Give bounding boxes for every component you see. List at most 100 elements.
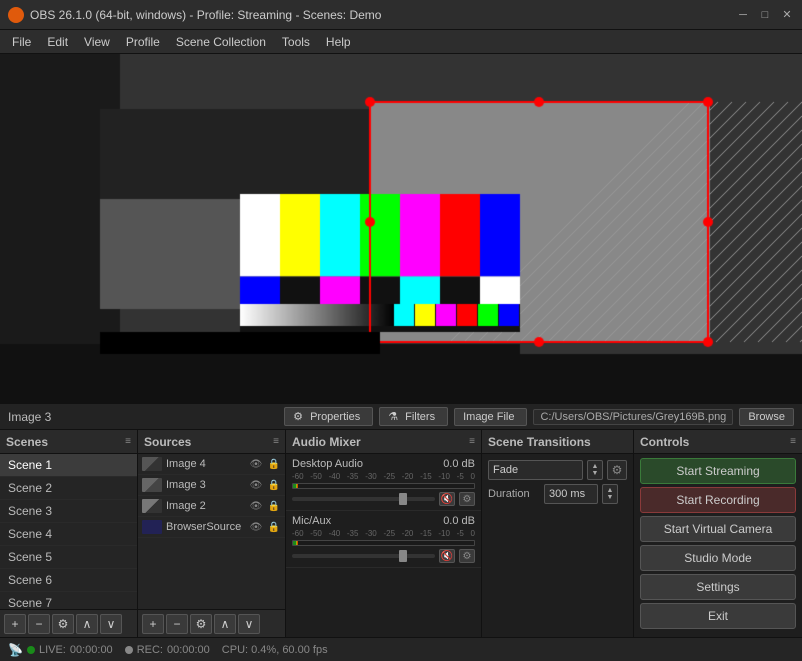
desktop-audio-fader[interactable] [292, 497, 435, 501]
source-label-bar: Image 3 ⚙ Properties ⚗ Filters Image Fil… [0, 404, 802, 430]
controls-header: Controls ≡ [634, 430, 802, 454]
sources-menu-icon[interactable]: ≡ [273, 436, 279, 447]
source-thumb-image3 [142, 478, 162, 492]
transitions-type-row: Fade Cut Swipe Slide ▲ ▼ ⚙ [488, 460, 627, 480]
window-controls: ─ □ ✕ [736, 8, 794, 22]
preview-canvas[interactable] [0, 54, 802, 404]
studio-mode-button[interactable]: Studio Mode [640, 545, 796, 571]
exit-button[interactable]: Exit [640, 603, 796, 629]
transitions-type-select[interactable]: Fade Cut Swipe Slide [488, 460, 583, 480]
source-visibility-browser[interactable]: 👁 [249, 520, 263, 534]
source-item-browser[interactable]: BrowserSource 👁 🔒 [138, 517, 285, 538]
cpu-label: CPU: 0.4%, 60.00 fps [222, 644, 328, 656]
source-item-image4[interactable]: Image 4 👁 🔒 [138, 454, 285, 475]
image-file-button[interactable]: Image File [454, 408, 527, 426]
desktop-audio-mute-button[interactable]: 🔇 [439, 492, 455, 506]
maximize-button[interactable]: □ [758, 8, 772, 22]
menu-help[interactable]: Help [318, 33, 359, 51]
source-item-image2[interactable]: Image 2 👁 🔒 [138, 496, 285, 517]
mic-audio-fader-row: 🔇 ⚙ [292, 549, 475, 563]
audio-menu-icon[interactable]: ≡ [469, 436, 475, 447]
live-dot [27, 646, 35, 654]
file-path: C:/Users/OBS/Pictures/Grey169B.png [533, 409, 733, 425]
desktop-audio-fader-thumb[interactable] [399, 493, 407, 505]
rec-dot [125, 646, 133, 654]
mic-audio-db: 0.0 dB [443, 515, 475, 527]
controls-panel: Controls ≡ Start Streaming Start Recordi… [634, 430, 802, 637]
start-virtual-camera-button[interactable]: Start Virtual Camera [640, 516, 796, 542]
scene-item-6[interactable]: Scene 6 [0, 569, 137, 592]
source-item-image3[interactable]: Image 3 👁 🔒 [138, 475, 285, 496]
scene-item-2[interactable]: Scene 2 [0, 477, 137, 500]
mic-audio-meter [292, 540, 475, 546]
rec-status: REC: 00:00:00 [125, 644, 210, 656]
start-recording-button[interactable]: Start Recording [640, 487, 796, 513]
source-lock-image2[interactable]: 🔒 [267, 499, 281, 513]
duration-label: Duration [488, 488, 540, 500]
menu-view[interactable]: View [76, 33, 118, 51]
transitions-arrows[interactable]: ▲ ▼ [587, 460, 603, 480]
scenes-list: Scene 1 Scene 2 Scene 3 Scene 4 Scene 5 … [0, 454, 137, 609]
desktop-audio-meter [292, 483, 475, 489]
desktop-audio-meter-bar [293, 484, 298, 488]
source-name-label: Image 3 [8, 410, 51, 424]
menu-edit[interactable]: Edit [39, 33, 76, 51]
sources-toolbar: + − ⚙ ∧ ∨ [138, 609, 285, 637]
controls-menu-icon[interactable]: ≡ [790, 436, 796, 447]
filters-button[interactable]: ⚗ Filters [379, 407, 448, 426]
mic-audio-fader[interactable] [292, 554, 435, 558]
browse-button[interactable]: Browse [739, 408, 794, 426]
transitions-panel: Scene Transitions Fade Cut Swipe Slide ▲… [482, 430, 634, 637]
settings-button[interactable]: Settings [640, 574, 796, 600]
desktop-audio-settings-button[interactable]: ⚙ [459, 492, 475, 506]
status-bar: 📡 LIVE: 00:00:00 REC: 00:00:00 CPU: 0.4%… [0, 637, 802, 661]
mic-audio-fader-thumb[interactable] [399, 550, 407, 562]
source-name-image3: Image 3 [166, 479, 245, 491]
filter-icon: ⚗ [388, 411, 398, 423]
mic-audio-mute-button[interactable]: 🔇 [439, 549, 455, 563]
source-visibility-image4[interactable]: 👁 [249, 457, 263, 471]
source-lock-image4[interactable]: 🔒 [267, 457, 281, 471]
source-thumb-browser [142, 520, 162, 534]
source-name-browser: BrowserSource [166, 521, 245, 533]
close-button[interactable]: ✕ [780, 8, 794, 22]
scenes-panel: Scenes ≡ Scene 1 Scene 2 Scene 3 Scene 4… [0, 430, 138, 637]
duration-arrows[interactable]: ▲ ▼ [602, 484, 618, 504]
scene-item-5[interactable]: Scene 5 [0, 546, 137, 569]
source-visibility-image3[interactable]: 👁 [249, 478, 263, 492]
scenes-menu-icon[interactable]: ≡ [125, 436, 131, 447]
broadcast-icon: 📡 [8, 643, 23, 657]
audio-panel: Audio Mixer ≡ Desktop Audio 0.0 dB -60-5… [286, 430, 482, 637]
source-visibility-image2[interactable]: 👁 [249, 499, 263, 513]
minimize-button[interactable]: ─ [736, 8, 750, 22]
bottom-panel: Scenes ≡ Scene 1 Scene 2 Scene 3 Scene 4… [0, 430, 802, 637]
scenes-toolbar: + − ⚙ ∧ ∨ [0, 609, 137, 637]
app-icon [8, 7, 24, 23]
duration-input[interactable] [544, 484, 598, 504]
transitions-duration-row: Duration ▲ ▼ [488, 484, 627, 504]
sources-panel: Sources ≡ Image 4 👁 🔒 Image 3 👁 🔒 Image … [138, 430, 286, 637]
menu-tools[interactable]: Tools [274, 33, 318, 51]
menu-file[interactable]: File [4, 33, 39, 51]
mic-audio-track: Mic/Aux 0.0 dB -60-50-40-35-30-25-20-15-… [286, 511, 481, 568]
source-lock-browser[interactable]: 🔒 [267, 520, 281, 534]
source-lock-image3[interactable]: 🔒 [267, 478, 281, 492]
scene-item-1[interactable]: Scene 1 [0, 454, 137, 477]
mic-audio-settings-button[interactable]: ⚙ [459, 549, 475, 563]
menu-scene-collection[interactable]: Scene Collection [168, 33, 274, 51]
transitions-settings-button[interactable]: ⚙ [607, 460, 627, 480]
scene-item-3[interactable]: Scene 3 [0, 500, 137, 523]
sources-header: Sources ≡ [138, 430, 285, 454]
start-streaming-button[interactable]: Start Streaming [640, 458, 796, 484]
scene-item-7[interactable]: Scene 7 [0, 592, 137, 609]
menu-profile[interactable]: Profile [118, 33, 168, 51]
source-thumb-image4 [142, 457, 162, 471]
scene-item-4[interactable]: Scene 4 [0, 523, 137, 546]
title-bar: OBS 26.1.0 (64-bit, windows) - Profile: … [0, 0, 802, 30]
menu-bar: File Edit View Profile Scene Collection … [0, 30, 802, 54]
desktop-audio-fader-row: 🔇 ⚙ [292, 492, 475, 506]
properties-button[interactable]: ⚙ Properties [284, 407, 373, 426]
transitions-header: Scene Transitions [482, 430, 633, 454]
scenes-header: Scenes ≡ [0, 430, 137, 454]
source-name-image4: Image 4 [166, 458, 245, 470]
